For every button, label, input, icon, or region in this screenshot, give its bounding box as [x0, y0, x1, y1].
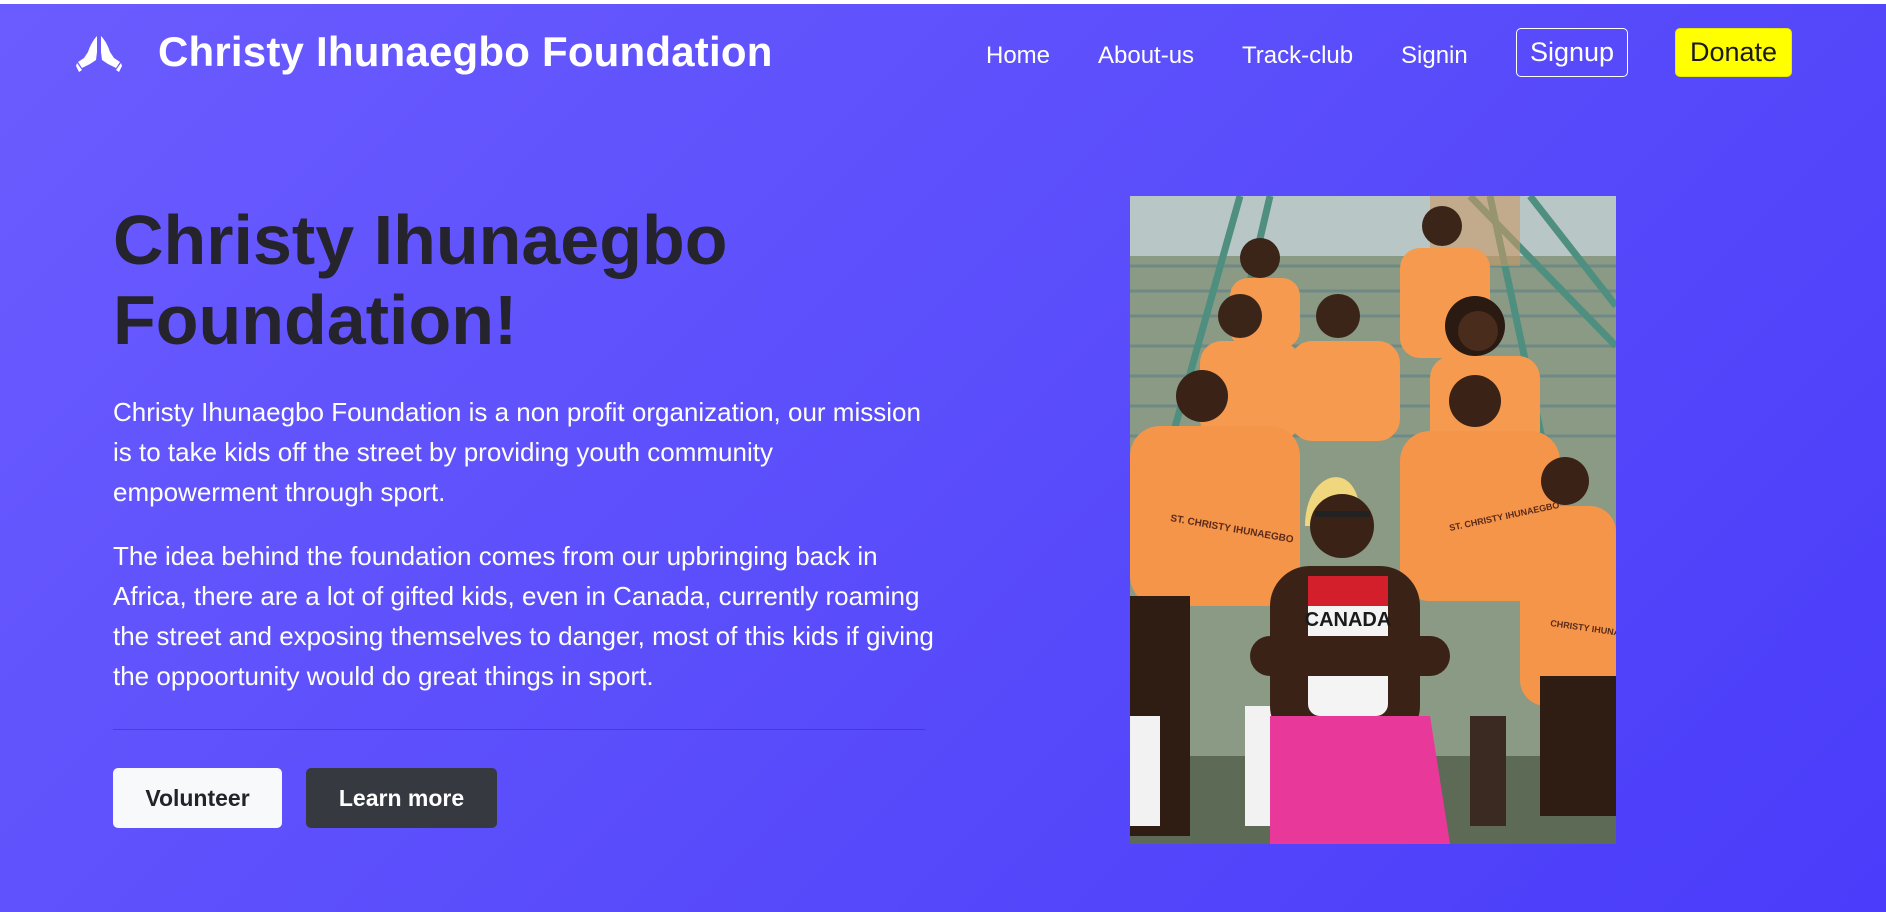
- singlet-text: CANADA: [1305, 609, 1392, 631]
- learn-more-button[interactable]: Learn more: [306, 768, 497, 828]
- hero-title: Christy Ihunaegbo Foundation!: [113, 201, 728, 359]
- hero-idea-paragraph: The idea behind the foundation comes fro…: [113, 541, 934, 691]
- brand-title: Christy Ihunaegbo Foundation: [158, 28, 773, 75]
- nav-track-club-link[interactable]: Track-club: [1242, 42, 1353, 70]
- nav-home-link[interactable]: Home: [986, 42, 1050, 70]
- nav-signin-link[interactable]: Signin: [1401, 42, 1468, 70]
- donate-button[interactable]: Donate: [1675, 28, 1793, 77]
- signup-button[interactable]: Signup: [1516, 28, 1629, 77]
- brand-link[interactable]: Christy Ihunaegbo Foundation: [76, 28, 773, 76]
- nav-about-link[interactable]: About-us: [1098, 42, 1194, 70]
- hero-mission-paragraph: Christy Ihunaegbo Foundation is a non pr…: [113, 397, 921, 507]
- page: Christy Ihunaegbo Foundation Home About-…: [0, 4, 1886, 912]
- volunteer-button[interactable]: Volunteer: [113, 768, 282, 828]
- praying-hands-icon: [76, 32, 122, 72]
- team-photo: CANADA ST. CHRISTY IHUNAEGBO ST. CHRISTY…: [1130, 196, 1616, 844]
- navbar: Christy Ihunaegbo Foundation Home About-…: [0, 4, 1886, 100]
- hero-divider: [113, 729, 925, 730]
